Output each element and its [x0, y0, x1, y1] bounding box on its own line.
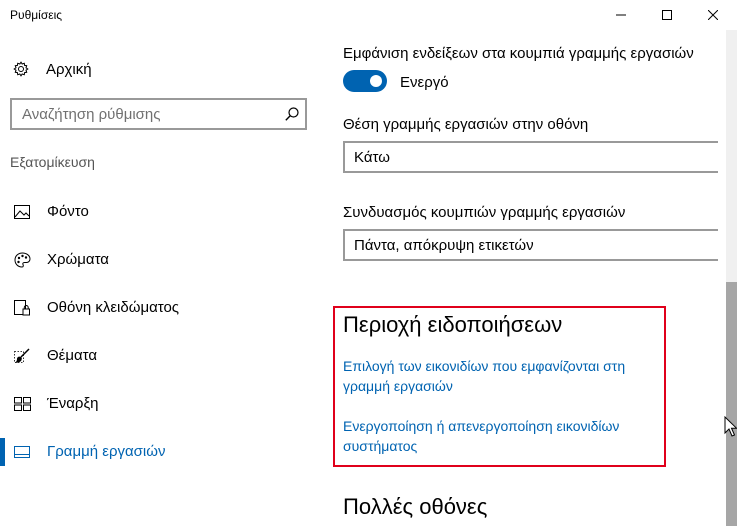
position-select[interactable]: Κάτω: [343, 141, 718, 173]
close-icon: [708, 10, 718, 20]
minimize-icon: [616, 14, 626, 16]
nav-home[interactable]: Αρχική: [12, 58, 92, 80]
taskbar-icon: [13, 444, 31, 460]
start-tiles-icon: [13, 396, 31, 412]
system-icons-link[interactable]: Ενεργοποίηση ή απενεργοποίηση εικονιδίων…: [343, 416, 663, 456]
notification-area-title: Περιοχή ειδοποιήσεων: [343, 312, 563, 337]
sidebar-item-lock-screen[interactable]: Οθόνη κλειδώματος: [0, 290, 320, 326]
main-content: Εμφάνιση ενδείξεων στα κουμπιά γραμμής ε…: [320, 30, 726, 526]
sidebar-item-label: Θέματα: [47, 347, 98, 364]
sidebar: Αρχική Αναζήτηση ρύθμισης Εξατομίκευση Φ…: [0, 30, 320, 526]
combine-select[interactable]: Πάντα, απόκρυψη ετικετών: [343, 229, 718, 261]
section-header: Εξατομίκευση: [10, 154, 95, 170]
badges-toggle-state: Ενεργό: [400, 74, 449, 91]
sidebar-item-background[interactable]: Φόντο: [0, 194, 320, 230]
toggle-knob: [370, 75, 382, 87]
sidebar-item-label: Χρώματα: [47, 251, 109, 268]
badges-toggle[interactable]: [343, 70, 387, 92]
combine-select-value: Πάντα, απόκρυψη ετικετών: [354, 237, 534, 254]
sidebar-item-colors[interactable]: Χρώματα: [0, 242, 320, 278]
title-bar: Ρυθμίσεις: [0, 0, 737, 30]
position-label: Θέση γραμμής εργασιών στην οθόνη: [343, 116, 589, 133]
window-title: Ρυθμίσεις: [10, 8, 63, 22]
gear-icon: [12, 60, 30, 78]
close-button[interactable]: [690, 0, 736, 30]
search-icon[interactable]: [285, 107, 299, 121]
search-input[interactable]: Αναζήτηση ρύθμισης: [10, 98, 307, 130]
select-taskbar-icons-link[interactable]: Επιλογή των εικονιδίων που εμφανίζονται …: [343, 356, 663, 396]
palette-icon: [13, 252, 31, 268]
sidebar-item-label: Φόντο: [47, 203, 89, 220]
sidebar-item-start[interactable]: Έναρξη: [0, 386, 320, 422]
brush-icon: [13, 348, 31, 364]
nav-home-label: Αρχική: [46, 60, 92, 78]
maximize-icon: [662, 10, 672, 20]
search-placeholder: Αναζήτηση ρύθμισης: [22, 106, 161, 123]
multiple-displays-title: Πολλές οθόνες: [343, 494, 488, 519]
lock-screen-icon: [13, 300, 31, 316]
position-select-value: Κάτω: [354, 149, 390, 166]
maximize-button[interactable]: [644, 0, 690, 30]
sidebar-item-taskbar[interactable]: Γραμμή εργασιών: [0, 434, 320, 470]
badges-label: Εμφάνιση ενδείξεων στα κουμπιά γραμμής ε…: [343, 45, 694, 62]
minimize-button[interactable]: [598, 0, 644, 30]
sidebar-item-themes[interactable]: Θέματα: [0, 338, 320, 374]
scrollbar[interactable]: [726, 30, 737, 526]
sidebar-item-label: Γραμμή εργασιών: [47, 443, 166, 460]
active-indicator: [0, 438, 5, 466]
picture-icon: [13, 204, 31, 220]
mouse-cursor-icon: [724, 416, 737, 437]
combine-label: Συνδυασμός κουμπιών γραμμής εργασιών: [343, 204, 626, 221]
sidebar-item-label: Οθόνη κλειδώματος: [47, 299, 180, 316]
scrollbar-thumb[interactable]: [726, 282, 737, 526]
sidebar-item-label: Έναρξη: [47, 395, 99, 412]
